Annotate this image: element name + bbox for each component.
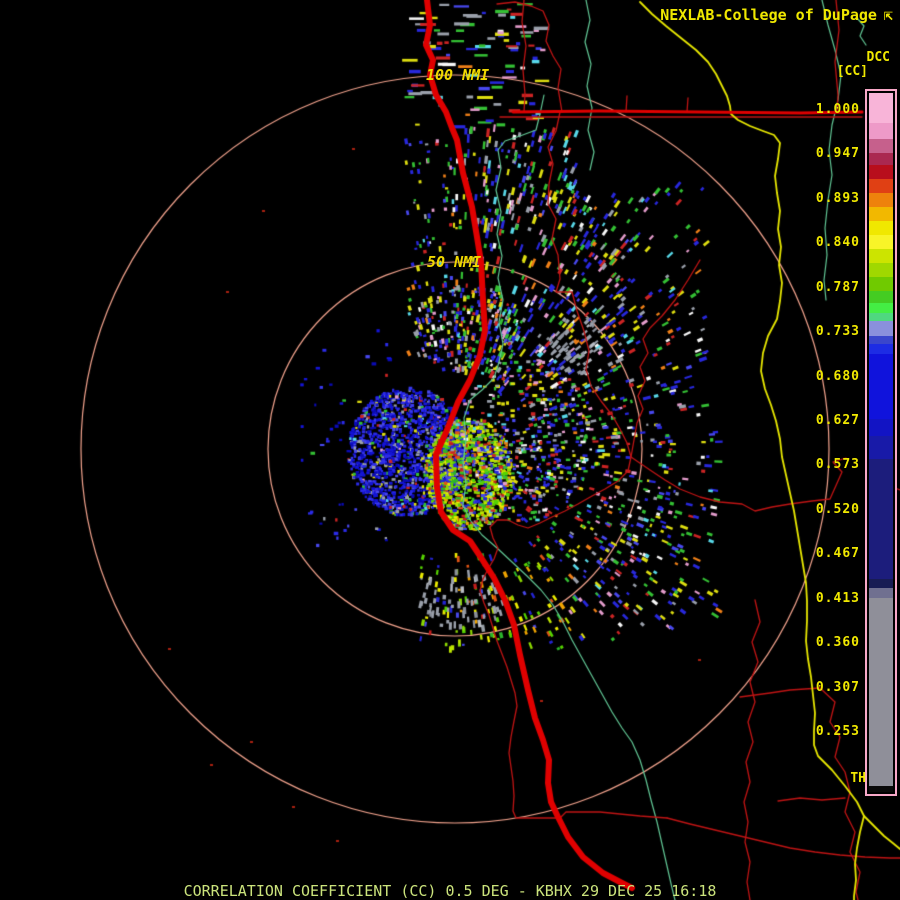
radar-map-canvas — [0, 0, 900, 900]
colorbar-tick-label: 0.467 — [815, 546, 860, 561]
colorbar-unit-label: [CC] — [836, 64, 868, 79]
colorbar-tick-label: 0.787 — [815, 280, 860, 295]
colorbar-segment — [869, 139, 893, 153]
status-bar: CORRELATION COEFFICIENT (CC) 0.5 DEG - K… — [183, 882, 717, 900]
colorbar-segment — [869, 207, 893, 221]
colorbar-tick-label: 0.947 — [815, 146, 860, 161]
page-title: NEXLAB-College of DuPage ⇱ — [660, 6, 893, 24]
colorbar-segment — [869, 436, 893, 459]
colorbar-tick-label: 0.573 — [815, 457, 860, 472]
header-title-text: NEXLAB-College of DuPage — [660, 6, 877, 24]
range-ring-label-50nmi: 50 NMI — [427, 253, 482, 271]
colorbar-segment — [869, 354, 893, 419]
colorbar-segment — [869, 598, 893, 786]
colorbar-segment — [869, 303, 893, 313]
radar-display: NEXLAB-College of DuPage ⇱ DCC [CC] 1.000… — [0, 0, 900, 900]
colorbar-segment — [869, 123, 893, 139]
colorbar-segment — [869, 459, 893, 579]
colorbar-segment — [869, 277, 893, 291]
colorbar-threshold-label: TH — [850, 771, 866, 786]
colorbar-segment — [869, 235, 893, 249]
nexlab-logo-icon: ⇱ — [883, 6, 893, 24]
colorbar-segment — [869, 588, 893, 598]
colorbar-segment — [869, 165, 893, 179]
colorbar-tick-label: 0.307 — [815, 680, 860, 695]
colorbar-tick-label: 0.733 — [815, 324, 860, 339]
colorbar-product-label: DCC — [866, 50, 890, 65]
colorbar-tick-label: 0.360 — [815, 635, 860, 650]
colorbar-segment — [869, 579, 893, 588]
colorbar-tick-label: 1.000 — [815, 102, 860, 117]
colorbar-segment — [869, 344, 893, 354]
colorbar-segment — [869, 193, 893, 207]
colorbar-segment — [869, 221, 893, 235]
colorbar-segment — [869, 179, 893, 193]
colorbar-segment — [869, 291, 893, 303]
colorbar-segment — [869, 336, 893, 344]
colorbar-tick-label: 0.253 — [815, 724, 860, 739]
colorbar-segment — [869, 313, 893, 321]
colorbar-tick-label: 0.893 — [815, 191, 860, 206]
colorbar-segment — [869, 153, 893, 165]
colorbar-segment — [869, 786, 893, 792]
color-scale-bar — [865, 89, 897, 796]
colorbar-tick-label: 0.413 — [815, 591, 860, 606]
colorbar-segment — [869, 93, 893, 123]
colorbar-tick-label: 0.520 — [815, 502, 860, 517]
colorbar-tick-label: 0.627 — [815, 413, 860, 428]
colorbar-segment — [869, 321, 893, 336]
colorbar-segment — [869, 419, 893, 436]
colorbar-segment — [869, 263, 893, 277]
range-ring-label-100nmi: 100 NMI — [426, 66, 490, 84]
colorbar-tick-label: 0.680 — [815, 369, 860, 384]
colorbar-segment — [869, 249, 893, 263]
colorbar-tick-label: 0.840 — [815, 235, 860, 250]
